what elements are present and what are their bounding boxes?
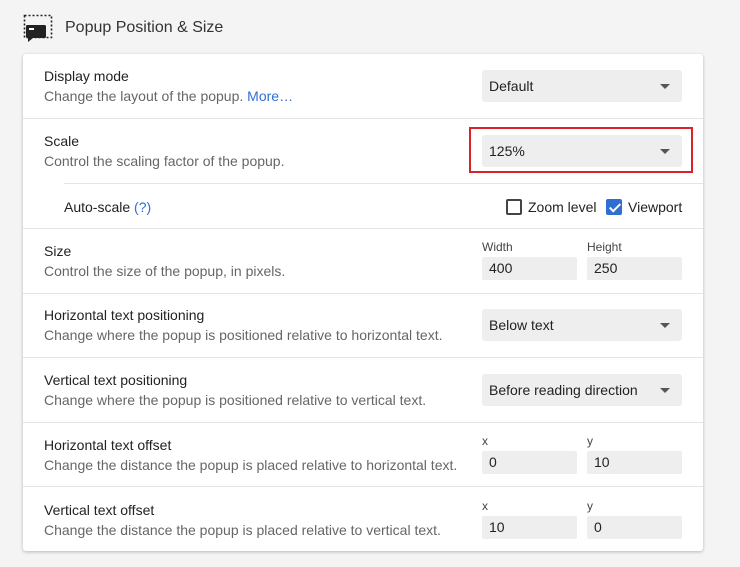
scale-description: Control the scaling factor of the popup. (44, 153, 285, 169)
horizontal-positioning-label: Horizontal text positioning (44, 307, 205, 323)
divider (23, 357, 703, 358)
vertical-positioning-description: Change where the popup is positioned rel… (44, 392, 427, 408)
vertical-offset-label: Vertical text offset (44, 502, 155, 518)
height-label: Height (587, 240, 622, 254)
horizontal-offset-x-input[interactable]: 0 (482, 451, 577, 474)
scale-highlight-box (469, 127, 693, 173)
horizontal-offset-y-label: y (587, 434, 593, 448)
display-mode-description: Change the layout of the popup. More… (44, 88, 293, 105)
vertical-positioning-select[interactable]: Before reading direction (482, 374, 682, 406)
vertical-offset-x-input[interactable]: 10 (482, 516, 577, 539)
zoom-level-checkbox[interactable] (506, 199, 522, 215)
height-input[interactable]: 250 (587, 257, 682, 280)
horizontal-positioning-value: Below text (489, 317, 554, 333)
display-mode-value: Default (489, 78, 534, 94)
divider (23, 486, 703, 487)
scale-label: Scale (44, 133, 80, 149)
chevron-down-icon (660, 84, 670, 89)
size-label: Size (44, 243, 72, 259)
chevron-down-icon (660, 323, 670, 328)
vertical-positioning-label: Vertical text positioning (44, 372, 188, 388)
display-mode-select[interactable]: Default (482, 70, 682, 102)
horizontal-offset-x-label: x (482, 434, 488, 448)
more-link[interactable]: More… (247, 88, 293, 104)
auto-scale-label: Auto-scale (?) (64, 199, 151, 216)
vertical-offset-x-label: x (482, 499, 488, 513)
size-description: Control the size of the popup, in pixels… (44, 263, 286, 279)
horizontal-offset-y-input[interactable]: 10 (587, 451, 682, 474)
horizontal-positioning-select[interactable]: Below text (482, 309, 682, 341)
auto-scale-help-link[interactable]: (?) (134, 199, 151, 215)
divider (23, 422, 703, 423)
divider (23, 228, 703, 229)
viewport-checkbox[interactable] (606, 199, 622, 215)
divider (23, 118, 703, 119)
vertical-offset-description: Change the distance the popup is placed … (44, 522, 441, 538)
divider (64, 183, 703, 184)
width-label: Width (482, 240, 513, 254)
horizontal-positioning-description: Change where the popup is positioned rel… (44, 327, 443, 343)
vertical-offset-y-input[interactable]: 0 (587, 516, 682, 539)
horizontal-offset-description: Change the distance the popup is placed … (44, 457, 458, 473)
checkmark-icon (608, 200, 622, 213)
section-header: Popup Position & Size (23, 14, 223, 42)
vertical-positioning-value: Before reading direction (489, 382, 638, 398)
zoom-level-option[interactable]: Zoom level (506, 198, 596, 216)
popup-window-icon (23, 14, 53, 42)
display-mode-description-text: Change the layout of the popup. (44, 88, 244, 104)
auto-scale-label-text: Auto-scale (64, 199, 131, 215)
horizontal-offset-label: Horizontal text offset (44, 437, 172, 453)
vertical-offset-y-label: y (587, 499, 593, 513)
viewport-label: Viewport (628, 199, 683, 215)
display-mode-label: Display mode (44, 68, 129, 84)
width-input[interactable]: 400 (482, 257, 577, 280)
viewport-option[interactable]: Viewport (606, 198, 682, 216)
section-title: Popup Position & Size (65, 19, 224, 36)
zoom-level-label: Zoom level (528, 199, 597, 215)
divider (23, 293, 703, 294)
chevron-down-icon (660, 388, 670, 393)
